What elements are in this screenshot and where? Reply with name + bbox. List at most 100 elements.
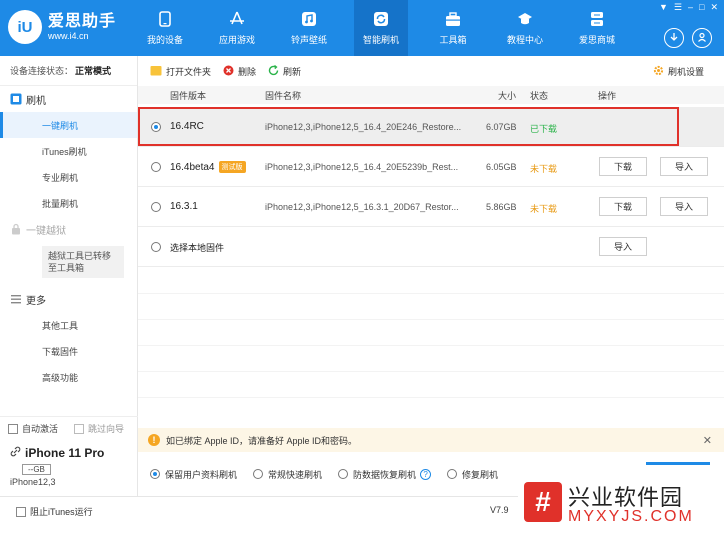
start-flash-button[interactable] xyxy=(646,462,710,465)
mode-quick[interactable]: 常规快速刷机 xyxy=(253,468,322,481)
local-import-button[interactable]: 导入 xyxy=(599,237,647,256)
flash-settings-button[interactable]: 刷机设置 xyxy=(653,65,704,78)
close-icon[interactable]: ✕ xyxy=(710,2,718,13)
sidebar-options: 自动激活 跳过向导 xyxy=(0,416,138,440)
maximize-icon[interactable]: □ xyxy=(699,2,704,13)
nav-apps[interactable]: 应用游戏 xyxy=(210,0,264,56)
firmware-radio[interactable] xyxy=(151,122,161,132)
app-url: www.i4.cn xyxy=(48,30,89,41)
col-status: 状态 xyxy=(530,90,549,101)
table-row[interactable]: 16.3.1 iPhone12,3,iPhone12,5_16.3.1_20D6… xyxy=(138,187,724,227)
nav-ringtones[interactable]: 铃声壁纸 xyxy=(282,0,336,56)
menu-arrow-icon[interactable]: ▼ xyxy=(659,2,668,13)
mode-radio[interactable] xyxy=(253,469,264,479)
nav-my-device[interactable]: 我的设备 xyxy=(138,0,192,56)
mode-radio[interactable] xyxy=(338,469,349,479)
sidebar-group-jailbreak: 一键越狱 xyxy=(0,216,137,242)
table-header: 固件版本 固件名称 大小 状态 操作 xyxy=(138,86,724,104)
notice-text: 如已绑定 Apple ID，请准备好 Apple ID和密码。 xyxy=(166,435,358,446)
device-name: iPhone 11 Pro xyxy=(25,446,105,460)
mode-radio[interactable] xyxy=(447,469,458,479)
link-icon xyxy=(10,446,21,460)
download-manager-button[interactable] xyxy=(664,28,684,48)
shop-icon xyxy=(589,11,605,27)
watermark-en: MYXYJS.COM xyxy=(568,508,694,525)
help-icon[interactable]: ? xyxy=(420,468,432,480)
sidebar-item-download-firmware[interactable]: 下载固件 xyxy=(0,338,137,364)
refresh-button[interactable]: 刷新 xyxy=(268,64,301,78)
app-header: iU 爱思助手 www.i4.cn 我的设备 应用游戏 铃声壁纸 智能刷机 工具… xyxy=(0,0,724,56)
mode-radio[interactable] xyxy=(150,469,160,479)
nav-shop[interactable]: 爱思商城 xyxy=(570,0,624,56)
nav-toolbox[interactable]: 工具箱 xyxy=(426,0,480,56)
firmware-size: 5.86GB xyxy=(486,202,517,212)
sidebar-item-one-click-flash[interactable]: 一键刷机 xyxy=(0,112,137,138)
connection-mode: 正常模式 xyxy=(75,66,112,76)
local-firmware-label: 选择本地固件 xyxy=(170,243,225,253)
firmware-version: 16.4beta4 xyxy=(170,161,215,173)
download-icon xyxy=(669,32,679,45)
import-button[interactable]: 导入 xyxy=(660,157,708,176)
firmware-radio[interactable] xyxy=(151,202,161,212)
block-itunes-checkbox[interactable] xyxy=(16,506,26,517)
block-itunes-label: 阻止iTunes运行 xyxy=(30,507,93,517)
firmware-size: 6.07GB xyxy=(486,122,517,132)
notice-close-icon[interactable]: ✕ xyxy=(703,434,712,447)
skip-wizard-checkbox[interactable] xyxy=(74,423,85,434)
sidebar-item-pro-flash[interactable]: 专业刷机 xyxy=(0,164,137,190)
nav-smart-flash[interactable]: 智能刷机 xyxy=(354,0,408,56)
firmware-radio[interactable] xyxy=(151,162,161,172)
mode-anti-recovery[interactable]: 防数据恢复刷机? xyxy=(338,468,432,481)
delete-button[interactable]: 删除 xyxy=(223,65,256,78)
sidebar-group-more[interactable]: 更多 xyxy=(0,286,137,312)
minimize-icon[interactable]: – xyxy=(688,2,693,13)
connection-status: 设备连接状态： 正常模式 xyxy=(0,56,137,86)
toolbox-icon xyxy=(445,11,461,27)
local-firmware-radio[interactable] xyxy=(151,242,161,252)
nav-tutorials[interactable]: 教程中心 xyxy=(498,0,552,56)
firmware-size: 6.05GB xyxy=(486,162,517,172)
main-panel: 打开文件夹 删除 刷新 刷机设置 固件版本 固件名称 大小 状态 操作 16.4… xyxy=(138,56,724,496)
watermark-logo-icon: # xyxy=(524,482,562,522)
table-empty-area xyxy=(138,268,724,428)
music-icon xyxy=(301,11,317,27)
app-version: V7.9 xyxy=(490,505,509,515)
firmware-status: 已下载 xyxy=(530,124,558,134)
gear-icon xyxy=(653,65,664,78)
toolbar: 打开文件夹 删除 刷新 刷机设置 xyxy=(138,56,724,86)
open-folder-button[interactable]: 打开文件夹 xyxy=(150,65,211,78)
firmware-name: iPhone12,3,iPhone12,5_16.4_20E5239b_Rest… xyxy=(265,162,459,172)
sidebar-item-other-tools[interactable]: 其他工具 xyxy=(0,312,137,338)
sidebar-group-flash[interactable]: 刷机 xyxy=(0,86,137,112)
warning-icon: ! xyxy=(148,434,160,446)
user-account-button[interactable] xyxy=(692,28,712,48)
col-name: 固件名称 xyxy=(265,90,302,101)
app-name: 爱思助手 xyxy=(48,12,117,30)
sidebar-item-itunes-flash[interactable]: iTunes刷机 xyxy=(0,138,137,164)
menu-icon[interactable]: ☰ xyxy=(674,2,682,13)
device-info: iPhone 11 Pro --GB iPhone12,3 xyxy=(0,440,138,496)
beta-badge: 测试版 xyxy=(218,161,246,173)
local-firmware-row[interactable]: 选择本地固件 导入 xyxy=(138,227,724,267)
mode-repair[interactable]: 修复刷机 xyxy=(447,468,498,481)
download-button[interactable]: 下载 xyxy=(599,157,647,176)
firmware-status: 未下载 xyxy=(530,204,558,214)
sidebar-item-advanced[interactable]: 高级功能 xyxy=(0,364,137,390)
table-row[interactable]: 16.4RC iPhone12,3,iPhone12,5_16.4_20E246… xyxy=(138,107,724,147)
folder-icon xyxy=(150,65,162,78)
site-watermark: # 兴业软件园 MYXYJS.COM xyxy=(518,478,724,540)
download-button[interactable]: 下载 xyxy=(599,197,647,216)
sidebar-item-batch-flash[interactable]: 批量刷机 xyxy=(0,190,137,216)
skip-wizard-label: 跳过向导 xyxy=(88,424,125,434)
firmware-name: iPhone12,3,iPhone12,5_16.3.1_20D67_Resto… xyxy=(265,202,459,212)
flash-group-icon xyxy=(10,93,22,105)
auto-activate-checkbox[interactable] xyxy=(8,423,18,434)
window-controls: ▼ ☰ – □ ✕ xyxy=(659,2,718,13)
col-version: 固件版本 xyxy=(170,90,207,101)
import-button[interactable]: 导入 xyxy=(660,197,708,216)
graduation-icon xyxy=(517,11,533,27)
apps-icon xyxy=(229,11,245,27)
table-row[interactable]: 16.4beta4 测试版 iPhone12,3,iPhone12,5_16.4_… xyxy=(138,147,724,187)
mode-keep-data[interactable]: 保留用户资料刷机 xyxy=(150,468,237,481)
device-model: iPhone12,3 xyxy=(10,477,56,487)
